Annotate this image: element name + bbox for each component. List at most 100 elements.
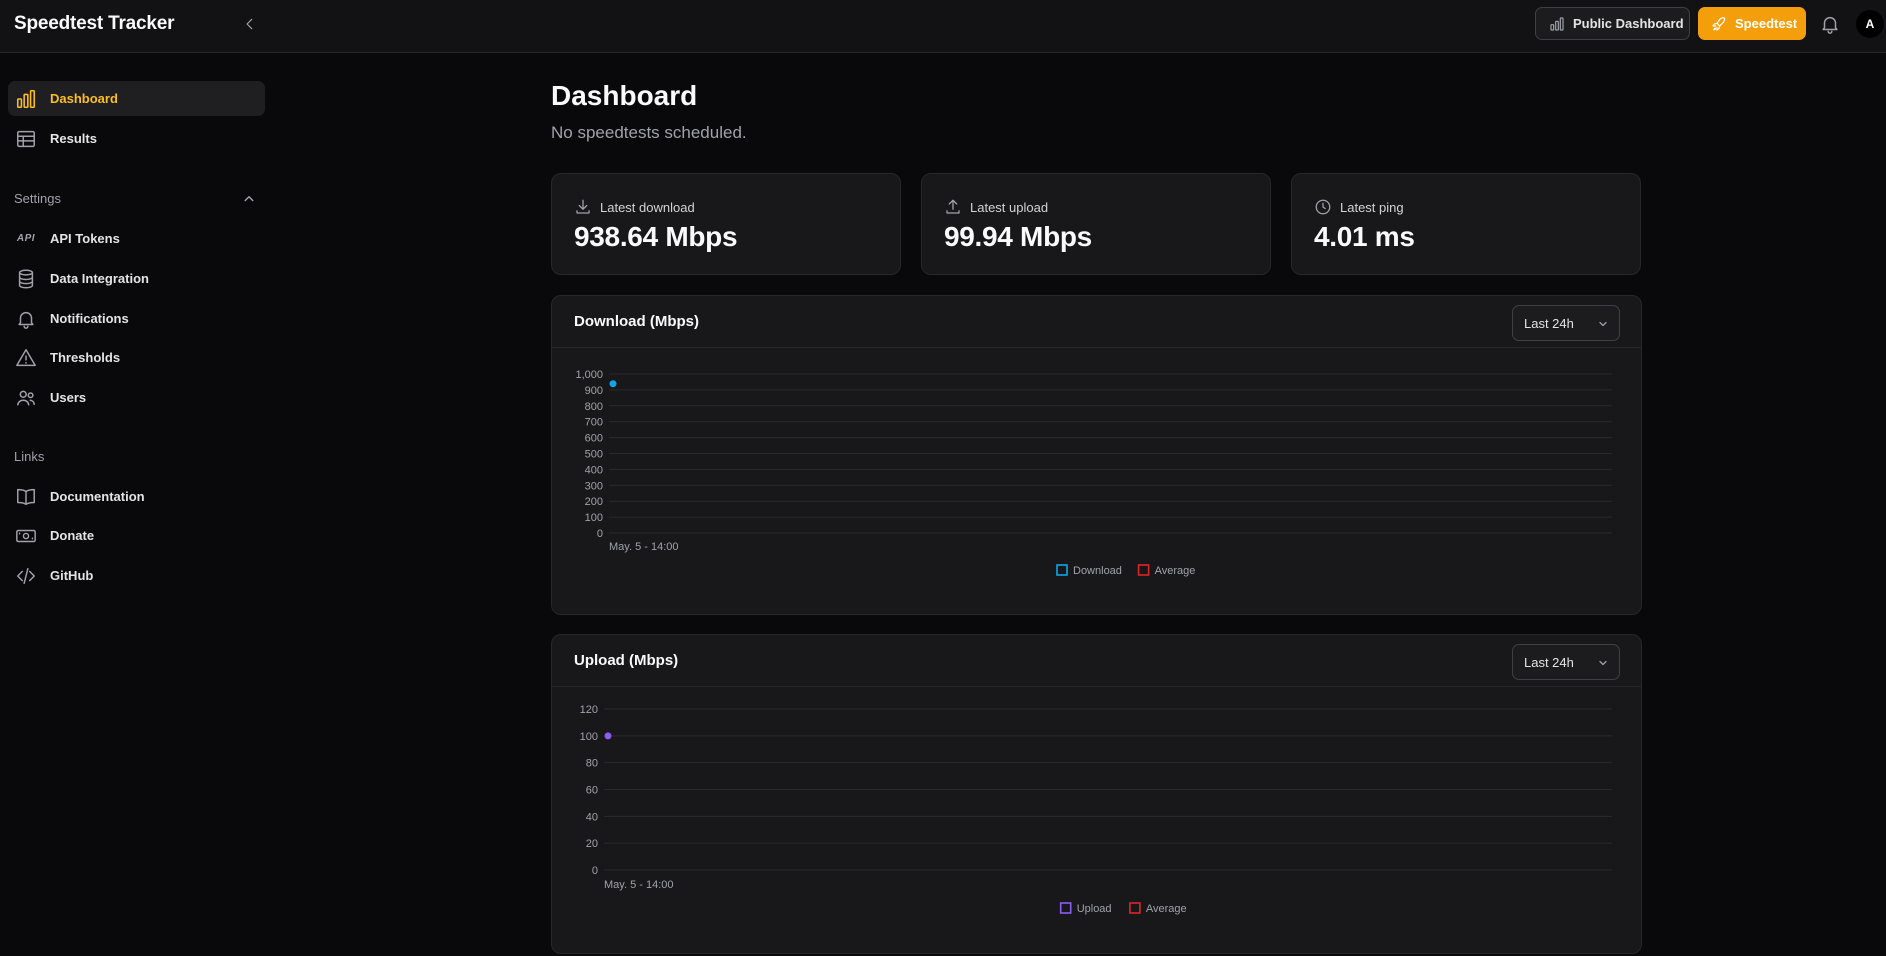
download-icon — [576, 199, 590, 214]
y-tick-label: 0 — [592, 865, 598, 877]
legend-label: Average — [1155, 565, 1196, 577]
sidebar: Dashboard Results Settings API API Token… — [0, 54, 274, 956]
sidebar-item-dashboard[interactable]: Dashboard — [8, 81, 265, 116]
clock-icon — [1315, 199, 1331, 215]
data-point — [604, 732, 612, 740]
y-tick-label: 120 — [580, 704, 598, 716]
collapse-sidebar-button[interactable] — [239, 13, 261, 35]
chart-title: Upload (Mbps) — [574, 652, 679, 669]
public-dashboard-button[interactable]: Public Dashboard — [1535, 7, 1690, 40]
sidebar-item-label: Users — [50, 390, 87, 405]
stat-value: 938.64 Mbps — [574, 221, 738, 252]
chevron-down-icon — [1599, 321, 1607, 327]
legend-swatch — [1059, 902, 1072, 914]
y-tick-label: 600 — [585, 433, 603, 445]
sidebar-item-users[interactable]: Users — [8, 380, 265, 415]
download-chart: 0 100 200 300 400 500 600 700 800 900 1,000 May. 5 … — [575, 369, 1612, 577]
legend-swatch — [1056, 564, 1068, 576]
sidebar-item-data-integration[interactable]: Data Integration — [8, 261, 265, 296]
chart-title: Download (Mbps) — [574, 313, 699, 330]
y-tick-label: 40 — [586, 811, 598, 823]
table-icon — [17, 130, 35, 147]
sidebar-item-label: Thresholds — [50, 350, 121, 365]
sidebar-item-github[interactable]: GitHub — [8, 558, 265, 593]
stat-card-ping: Latest ping 4.01 ms — [1291, 173, 1641, 275]
warning-icon — [16, 348, 36, 366]
upload-chart-card: Upload (Mbps) Last 24h 0 20 40 60 80 100 120 Ma… — [551, 634, 1642, 954]
chevron-left-icon — [246, 18, 253, 30]
stat-card-download: Latest download 938.64 Mbps — [551, 173, 901, 275]
settings-section-label: Settings — [14, 191, 61, 206]
rocket-icon — [1712, 16, 1726, 31]
book-icon — [17, 488, 35, 505]
links-section-label: Links — [14, 449, 45, 464]
range-select[interactable]: Last 24h — [1512, 305, 1620, 341]
download-chart-card: Download (Mbps) Last 24h 0 100 200 300 400 50… — [551, 295, 1642, 615]
legend-item: Upload — [1059, 902, 1112, 915]
legend-label: Average — [1146, 903, 1187, 915]
page-title: Dashboard — [551, 80, 698, 111]
legend-label: Download — [1073, 565, 1122, 577]
sidebar-item-label: Dashboard — [50, 91, 118, 106]
legend-item: Download — [1056, 564, 1122, 577]
avatar[interactable]: A — [1856, 10, 1884, 38]
upload-icon — [946, 199, 960, 214]
y-tick-label: 100 — [585, 512, 603, 524]
x-tick-label: May. 5 - 14:00 — [604, 879, 674, 891]
sidebar-item-thresholds[interactable]: Thresholds — [8, 340, 265, 375]
stat-value: 99.94 Mbps — [944, 221, 1092, 252]
stat-card-upload: Latest upload 99.94 Mbps — [921, 173, 1271, 275]
sidebar-item-documentation[interactable]: Documentation — [8, 479, 265, 514]
upload-chart: 0 20 40 60 80 100 120 May. 5 - 14:00 Upload Avera… — [580, 704, 1612, 915]
sidebar-item-label: Notifications — [50, 311, 129, 326]
app-title: Speedtest Tracker — [14, 13, 175, 34]
y-tick-label: 300 — [585, 480, 603, 492]
y-tick-label: 80 — [586, 758, 598, 770]
legend-label: Upload — [1077, 903, 1112, 915]
bar-chart-icon — [16, 89, 36, 108]
legend-swatch — [1129, 902, 1141, 914]
stat-value: 4.01 ms — [1314, 221, 1415, 252]
y-tick-label: 900 — [585, 385, 603, 397]
range-select-value: Last 24h — [1524, 315, 1574, 331]
users-icon — [17, 390, 35, 405]
public-dashboard-label: Public Dashboard — [1573, 16, 1684, 31]
sidebar-item-donate[interactable]: Donate — [8, 518, 265, 553]
range-select[interactable]: Last 24h — [1512, 644, 1620, 680]
banknote-icon — [16, 529, 36, 542]
y-tick-label: 200 — [585, 496, 603, 508]
chevron-up-icon[interactable] — [240, 190, 258, 208]
stat-label: Latest ping — [1340, 199, 1404, 215]
sidebar-item-label: GitHub — [50, 568, 94, 583]
y-tick-label: 500 — [585, 449, 603, 461]
notifications-button[interactable] — [1819, 13, 1841, 35]
sidebar-item-results[interactable]: Results — [8, 121, 265, 156]
api-icon: API — [16, 233, 36, 244]
database-icon — [18, 269, 34, 288]
stat-label: Latest download — [600, 199, 695, 215]
legend-item: Average — [1129, 902, 1187, 915]
sidebar-item-api-tokens[interactable]: API API Tokens — [8, 221, 265, 256]
legend-item: Average — [1137, 564, 1196, 577]
x-tick-label: May. 5 - 14:00 — [609, 541, 679, 553]
y-tick-label: 20 — [586, 838, 598, 850]
y-tick-label: 100 — [580, 731, 598, 743]
chevron-down-icon — [1599, 660, 1607, 666]
speedtest-button[interactable]: Speedtest — [1698, 7, 1806, 40]
sidebar-item-label: API Tokens — [50, 231, 120, 246]
range-select-value: Last 24h — [1524, 654, 1574, 670]
speedtest-label: Speedtest — [1735, 16, 1798, 31]
sidebar-item-label: Data Integration — [50, 271, 149, 286]
y-tick-label: 0 — [597, 528, 603, 540]
y-tick-label: 1,000 — [575, 369, 603, 381]
bar-chart-icon — [1550, 16, 1564, 31]
y-tick-label: 400 — [585, 464, 603, 476]
sidebar-item-notifications[interactable]: Notifications — [8, 301, 265, 336]
top-bar: Speedtest Tracker Public Dashboard Speed… — [0, 0, 1886, 53]
sidebar-item-label: Results — [50, 131, 97, 146]
sidebar-item-label: Documentation — [50, 489, 145, 504]
sidebar-item-label: Donate — [50, 528, 95, 543]
data-point — [609, 380, 617, 388]
y-tick-label: 700 — [585, 417, 603, 429]
legend-swatch — [1137, 564, 1150, 576]
